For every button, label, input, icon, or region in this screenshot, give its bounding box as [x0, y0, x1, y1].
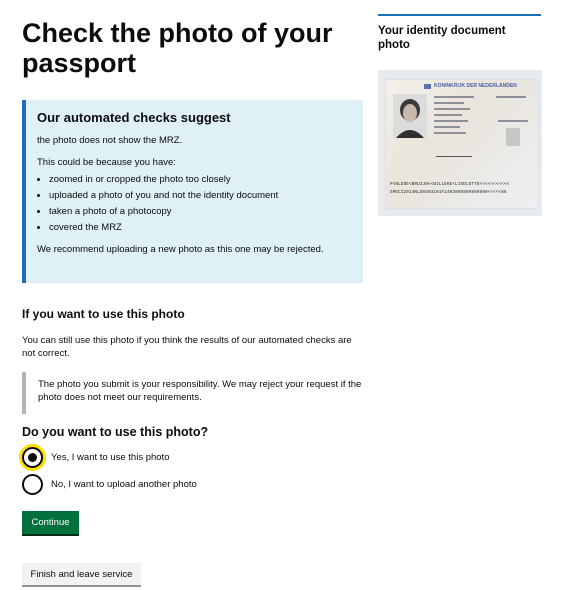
use-photo-heading: If you want to use this photo: [22, 307, 185, 321]
sidebar-rule: [378, 14, 541, 16]
radio-selected-dot: [28, 453, 37, 462]
passport-text-line: [434, 114, 462, 116]
radio-yes-use-photo[interactable]: Yes, I want to use this photo: [22, 447, 169, 468]
passport-data-page: KONINKRIJK DER NEDERLANDEN P<NLDDE<BRUIJ…: [386, 80, 538, 208]
radio-yes-circle[interactable]: [22, 447, 43, 468]
passport-text-line: [434, 126, 460, 128]
portrait-illustration: [393, 94, 427, 138]
passport-portrait: [393, 94, 427, 138]
reason-item: zoomed in or cropped the photo too close…: [49, 172, 353, 187]
passport-text-line: [434, 120, 468, 122]
passport-text-line: [498, 120, 528, 122]
passport-text-line: [496, 96, 526, 98]
question-legend: Do you want to use this photo?: [22, 425, 209, 439]
panel-finding: the photo does not show the MRZ.: [37, 135, 183, 146]
passport-text-line: [434, 102, 464, 104]
reason-item: covered the MRZ: [49, 220, 353, 235]
passport-mrz-line-2: SPECI2014NLD6503101F2403096999999990<<<<…: [390, 191, 507, 195]
responsibility-inset: The photo you submit is your responsibil…: [22, 372, 362, 414]
radio-yes-label[interactable]: Yes, I want to use this photo: [51, 452, 169, 463]
finish-and-leave-button[interactable]: Finish and leave service: [22, 563, 141, 585]
passport-text-line: [434, 132, 466, 134]
passport-photo: KONINKRIJK DER NEDERLANDEN P<NLDDE<BRUIJ…: [378, 70, 542, 216]
radio-no-circle[interactable]: [22, 474, 43, 495]
passport-emblem: [424, 84, 431, 89]
reason-item: taken a photo of a photocopy: [49, 204, 353, 219]
passport-text-line: [434, 108, 470, 110]
automated-checks-panel: Our automated checks suggest the photo d…: [22, 100, 363, 283]
panel-heading: Our automated checks suggest: [37, 110, 231, 125]
sidebar-title: Your identity document photo: [378, 25, 506, 51]
passport-ghost-image: [506, 128, 520, 146]
passport-text-line: [434, 96, 474, 98]
passport-header-text: KONINKRIJK DER NEDERLANDEN: [434, 83, 517, 89]
panel-reasons-intro: This could be because you have:: [37, 157, 176, 168]
passport-mrz-line-1: P<NLDDE<BRUIJN<<WILLEKE<LISELOTTE<<<<<<<…: [390, 183, 510, 187]
radio-no-label[interactable]: No, I want to upload another photo: [51, 479, 197, 490]
passport-signature: [436, 148, 472, 157]
panel-recommendation: We recommend uploading a new photo as th…: [37, 244, 324, 255]
radio-no-upload-another[interactable]: No, I want to upload another photo: [22, 474, 197, 495]
reasons-list: zoomed in or cropped the photo too close…: [37, 172, 353, 235]
use-photo-text: You can still use this photo if you thin…: [22, 335, 352, 359]
page-title: Check the photo of your passport: [22, 18, 333, 78]
reason-item: uploaded a photo of you and not the iden…: [49, 188, 353, 203]
continue-button[interactable]: Continue: [22, 511, 79, 534]
